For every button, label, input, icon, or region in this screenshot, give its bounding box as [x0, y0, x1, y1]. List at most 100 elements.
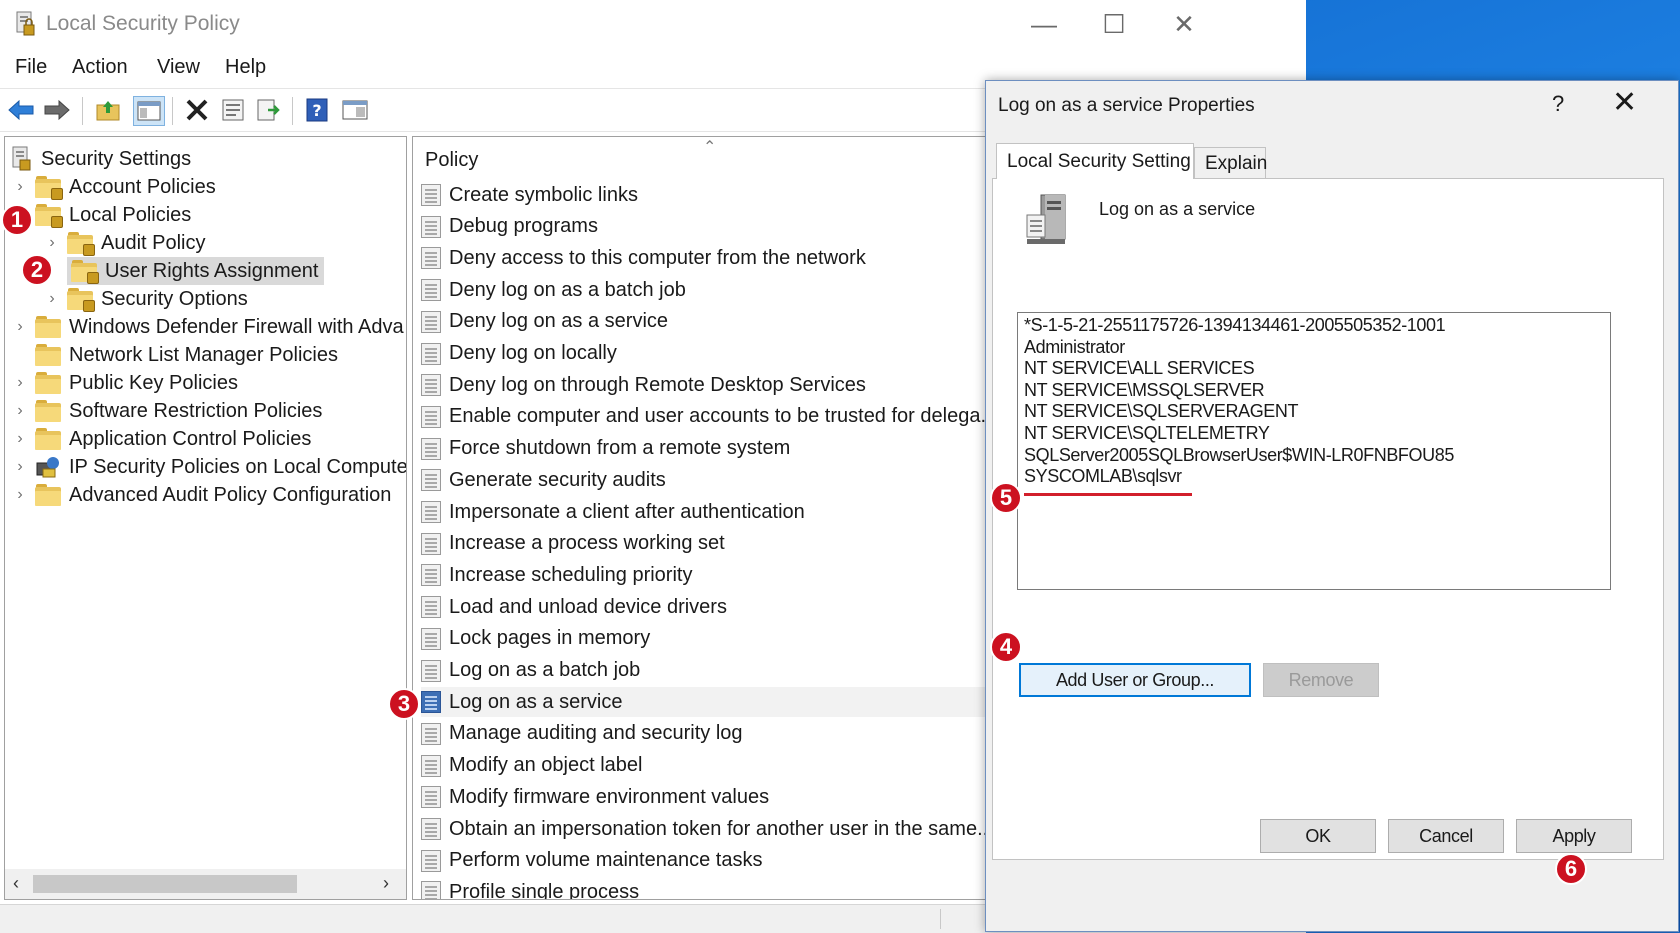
help-icon[interactable]: ? — [302, 96, 332, 124]
tab-explain[interactable]: Explain — [1194, 147, 1267, 179]
policy-row[interactable]: Deny log on as a service — [421, 307, 1013, 337]
tab-local-security-setting[interactable]: Local Security Setting — [996, 143, 1194, 179]
policy-row[interactable]: Log on as a batch job — [421, 656, 1013, 686]
chevron-right-icon[interactable]: › — [13, 486, 27, 504]
account-list-item[interactable]: NT SERVICE\ALL SERVICES — [1024, 358, 1255, 379]
policy-row[interactable]: Deny log on locally — [421, 339, 1013, 369]
tree-item-account-policies[interactable]: › Account Policies — [13, 173, 216, 201]
account-list-item[interactable]: Administrator — [1024, 337, 1125, 358]
policy-row[interactable]: Perform volume maintenance tasks — [421, 846, 1013, 876]
step-badge-6: 6 — [1555, 853, 1587, 885]
show-hide-tree-icon[interactable] — [133, 96, 165, 126]
policy-label: Increase scheduling priority — [449, 563, 693, 586]
folder-icon — [35, 428, 61, 450]
menu-help[interactable]: Help — [225, 56, 266, 79]
tree-item-software-restriction[interactable]: › Software Restriction Policies — [13, 397, 322, 425]
chevron-right-icon[interactable]: › — [45, 290, 59, 308]
policy-column-header[interactable]: Policy — [425, 149, 478, 172]
policy-row[interactable]: Create symbolic links — [421, 180, 1013, 210]
chevron-right-icon[interactable]: › — [45, 234, 59, 252]
policy-row[interactable]: Deny log on through Remote Desktop Servi… — [421, 370, 1013, 400]
account-list-item[interactable]: SQLServer2005SQLBrowserUser$WIN-LR0FNBFO… — [1024, 445, 1454, 466]
policy-row[interactable]: Force shutdown from a remote system — [421, 434, 1013, 464]
account-list-item[interactable]: NT SERVICE\SQLTELEMETRY — [1024, 423, 1270, 444]
delete-icon[interactable] — [182, 96, 212, 124]
dialog-help-button[interactable]: ? — [1552, 91, 1564, 117]
dialog-close-icon[interactable]: ✕ — [1612, 85, 1637, 120]
tree-item-user-rights-assignment[interactable]: User Rights Assignment — [67, 257, 325, 285]
policy-label: Lock pages in memory — [449, 627, 651, 650]
account-list-item[interactable]: *S-1-5-21-2551175726-1394134461-20055053… — [1024, 315, 1446, 336]
status-divider — [940, 909, 941, 929]
export-list-icon[interactable] — [254, 96, 284, 124]
back-arrow-icon[interactable] — [6, 96, 36, 124]
menu-action[interactable]: Action — [72, 56, 128, 79]
add-user-or-group-button[interactable]: Add User or Group... — [1019, 663, 1251, 697]
chevron-right-icon[interactable]: › — [13, 402, 27, 420]
console-icon[interactable] — [340, 96, 370, 124]
policy-row[interactable]: Deny log on as a batch job — [421, 275, 1013, 305]
toolbar-separator — [172, 97, 173, 125]
chevron-right-icon[interactable]: › — [13, 374, 27, 392]
forward-arrow-icon[interactable] — [42, 96, 72, 124]
tree-item-advanced-audit[interactable]: › Advanced Audit Policy Configuration — [13, 481, 391, 509]
chevron-right-icon[interactable]: › — [13, 178, 27, 196]
tree-item-firewall[interactable]: › Windows Defender Firewall with Adva — [13, 313, 404, 341]
tree-item-public-key[interactable]: › Public Key Policies — [13, 369, 238, 397]
tree-item-network-list[interactable]: Network List Manager Policies — [13, 341, 338, 369]
tree-item-ip-security[interactable]: › IP Security Policies on Local Compute — [13, 453, 406, 481]
account-list-item[interactable]: NT SERVICE\MSSQLSERVER — [1024, 380, 1265, 401]
policy-row[interactable]: Log on as a service — [421, 687, 1013, 718]
policy-icon — [421, 247, 441, 270]
accounts-listbox[interactable]: *S-1-5-21-2551175726-1394134461-20055053… — [1017, 312, 1611, 590]
chevron-right-icon[interactable]: › — [13, 430, 27, 448]
highlight-underline — [1024, 493, 1192, 496]
policy-row[interactable]: Profile single process — [421, 877, 1013, 899]
scroll-right-icon[interactable]: › — [383, 873, 389, 894]
policy-row[interactable]: Enable computer and user accounts to be … — [421, 402, 1013, 432]
step-badge-5: 5 — [990, 482, 1022, 514]
policy-row[interactable]: Manage auditing and security log — [421, 719, 1013, 749]
chevron-right-icon[interactable]: › — [13, 318, 27, 336]
folder-icon — [35, 344, 61, 366]
tree-item-security-options[interactable]: › Security Options — [45, 285, 248, 313]
account-list-item[interactable]: SYSCOMLAB\sqlsvr — [1024, 466, 1182, 487]
policy-row[interactable]: Lock pages in memory — [421, 624, 1013, 654]
policy-row[interactable]: Deny access to this computer from the ne… — [421, 243, 1013, 273]
menu-file[interactable]: File — [15, 56, 47, 79]
tree-item-audit-policy[interactable]: › Audit Policy — [45, 229, 206, 257]
policy-row[interactable]: Debug programs — [421, 212, 1013, 242]
close-window-button[interactable]: ✕ — [1154, 2, 1214, 46]
remove-button[interactable]: Remove — [1263, 663, 1379, 697]
folder-lock-icon — [71, 260, 99, 284]
properties-icon[interactable] — [218, 96, 248, 124]
window-title: Local Security Policy — [46, 12, 240, 35]
horizontal-scrollbar[interactable]: ‹ › — [5, 869, 406, 899]
policy-row[interactable]: Modify an object label — [421, 751, 1013, 781]
menu-view[interactable]: View — [157, 56, 200, 79]
scroll-left-icon[interactable]: ‹ — [13, 873, 19, 894]
tree-item-application-control[interactable]: › Application Control Policies — [13, 425, 311, 453]
toolbar-separator — [82, 97, 83, 125]
chevron-right-icon[interactable]: › — [13, 458, 27, 476]
cancel-button[interactable]: Cancel — [1388, 819, 1504, 853]
policy-row[interactable]: Obtain an impersonation token for anothe… — [421, 814, 1013, 844]
policy-row[interactable]: Load and unload device drivers — [421, 592, 1013, 622]
step-badge-2: 2 — [21, 254, 53, 286]
ok-button[interactable]: OK — [1260, 819, 1376, 853]
scroll-thumb[interactable] — [33, 875, 297, 893]
policy-row[interactable]: Generate security audits — [421, 465, 1013, 495]
policy-row[interactable]: Impersonate a client after authenticatio… — [421, 497, 1013, 527]
account-list-item[interactable]: NT SERVICE\SQLSERVERAGENT — [1024, 401, 1298, 422]
policy-row[interactable]: Increase a process working set — [421, 529, 1013, 559]
tree-root-label: Security Settings — [41, 147, 192, 170]
tree-item-local-policies[interactable]: Local Policies — [13, 201, 191, 229]
apply-button[interactable]: Apply — [1516, 819, 1632, 853]
minimize-button[interactable]: — — [1014, 2, 1074, 46]
maximize-button[interactable]: ☐ — [1084, 2, 1144, 46]
policy-row[interactable]: Modify firmware environment values — [421, 782, 1013, 812]
policy-row[interactable]: Increase scheduling priority — [421, 560, 1013, 590]
up-folder-icon[interactable] — [94, 96, 124, 124]
tree-root[interactable]: Security Settings — [9, 145, 191, 173]
tree-item-label: Public Key Policies — [69, 371, 238, 394]
